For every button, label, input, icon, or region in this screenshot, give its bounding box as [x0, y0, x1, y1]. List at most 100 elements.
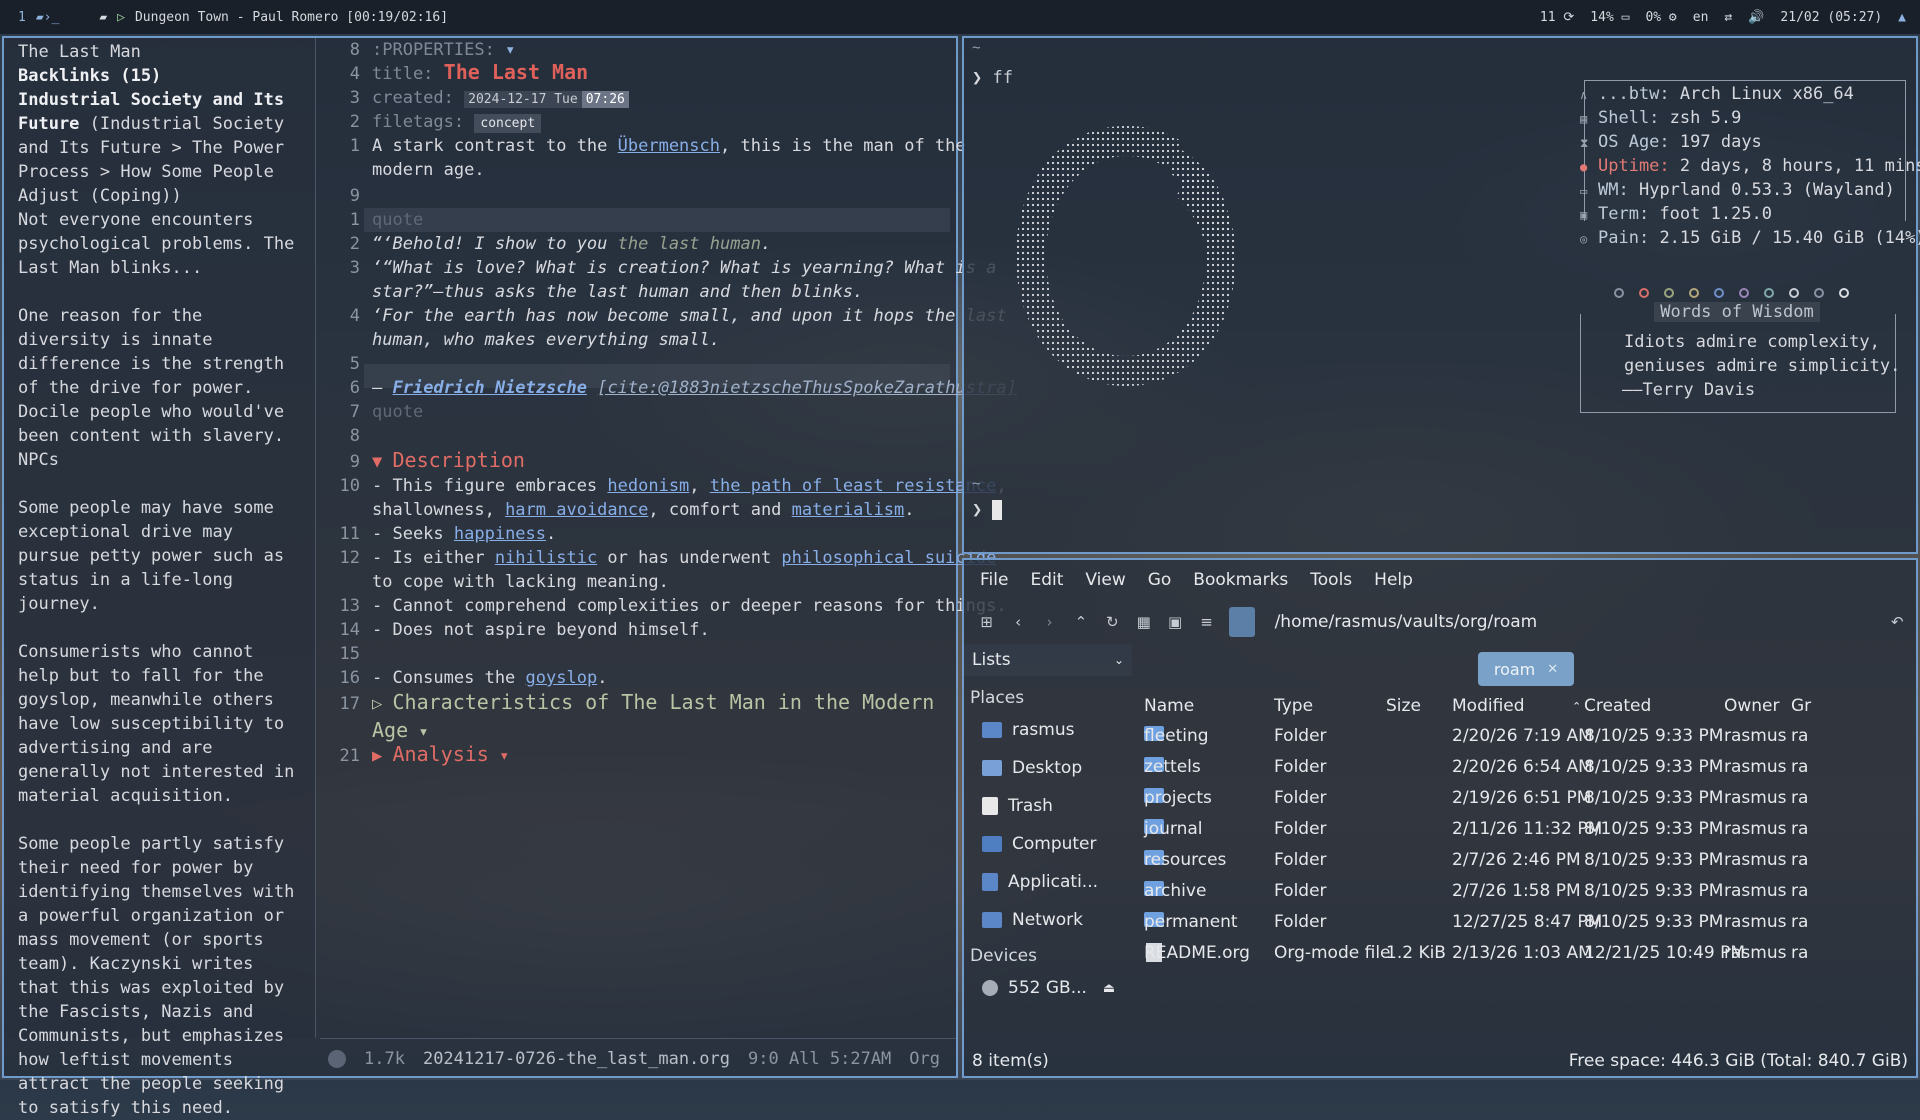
table-row[interactable]: resources Folder 2/7/26 2:46 PM 8/10/25 … [1140, 850, 1920, 880]
table-row[interactable]: zettels Folder 2/20/26 6:54 AM 8/10/25 9… [1140, 757, 1920, 787]
volume-icon[interactable]: 🔊 [1748, 10, 1764, 25]
close-icon[interactable]: ✕ [1547, 662, 1558, 677]
heading-characteristics[interactable]: Characteristics of The Last Man in the M… [393, 690, 935, 714]
place-network[interactable]: Network [982, 910, 1083, 930]
thumbnail-view-icon[interactable]: ▣ [1166, 611, 1183, 633]
link-hedonism[interactable]: hedonism [607, 476, 689, 496]
table-row[interactable]: projects Folder 2/19/26 6:51 PM 8/10/25 … [1140, 788, 1920, 818]
line-number: 1 [349, 210, 360, 230]
device-drive[interactable]: 552 GB... ⏏ [982, 978, 1115, 998]
path-home-icon[interactable] [1229, 607, 1255, 637]
quote-text: human, who makes everything small. [372, 330, 720, 350]
link-goyslop[interactable]: goyslop [526, 668, 598, 688]
prompt-input[interactable]: ❯ [972, 500, 1003, 520]
table-row[interactable]: journal Folder 2/11/26 11:32 PM 8/10/25 … [1140, 819, 1920, 849]
created-date[interactable]: 2024-12-17 Tue [464, 91, 582, 108]
new-tab-icon[interactable]: ⊞ [978, 611, 995, 633]
quote-text: star?”—thus asks the last human and then… [372, 282, 864, 302]
cpu-value: 0% [1645, 9, 1662, 25]
link-harm-avoidance[interactable]: harm avoidance [505, 500, 648, 520]
col-owner[interactable]: Owner [1724, 696, 1780, 716]
title-key: title: [372, 64, 434, 84]
link-nihilistic[interactable]: nihilistic [495, 548, 597, 568]
text: - Cannot comprehend complexities or deep… [372, 596, 1007, 616]
line-number: 9 [349, 186, 360, 206]
link-happiness[interactable]: happiness [454, 524, 546, 544]
workspace-indicator[interactable]: 1 [18, 10, 26, 25]
heading-characteristics-cont[interactable]: Age [372, 718, 408, 742]
palette-dot [1839, 288, 1849, 298]
side-pane-mode[interactable]: Lists ⌄ [964, 644, 1132, 676]
properties-drawer[interactable]: :PROPERTIES: ▾ [372, 38, 950, 62]
heading-description[interactable]: Description [393, 448, 525, 472]
file-manager-window[interactable]: File Edit View Go Bookmarks Tools Help ⊞… [962, 558, 1918, 1078]
menu-help[interactable]: Help [1374, 570, 1413, 590]
icon-view-icon[interactable]: ▦ [1135, 611, 1152, 633]
back-icon[interactable]: ‹ [1009, 611, 1026, 633]
clock[interactable]: 21/02 (05:27) [1780, 10, 1882, 25]
menu-tools[interactable]: Tools [1310, 570, 1352, 590]
play-icon[interactable]: ▷ [117, 10, 125, 25]
created-time[interactable]: 07:26 [581, 91, 629, 108]
path-bar[interactable]: /home/rasmus/vaults/org/roam [1269, 612, 1875, 632]
link-path-of-least-resistance[interactable]: the path of least resistance [710, 476, 997, 496]
fold-closed-icon[interactable]: ▷ [372, 694, 382, 714]
buffer-name: 20241217-0726-the_last_man.org [422, 1048, 730, 1069]
col-name[interactable]: Name [1144, 696, 1194, 716]
table-row[interactable]: permanent Folder 12/27/25 8:47 PM 8/10/2… [1140, 912, 1920, 942]
tab-roam[interactable]: roam ✕ [1478, 652, 1574, 686]
place-computer[interactable]: Computer [982, 834, 1097, 854]
backlinks-sidebar: The Last Man Backlinks (15) Industrial S… [4, 38, 316, 1118]
text: or has underwent [597, 548, 782, 568]
network-icon[interactable]: ⇄ [1724, 10, 1732, 25]
col-group[interactable]: Gr [1791, 696, 1811, 716]
emacs-window[interactable]: The Last Man Backlinks (15) Industrial S… [2, 36, 1017, 1118]
backlinks-header[interactable]: Backlinks (15) [18, 64, 301, 88]
place-trash[interactable]: Trash [982, 796, 1053, 816]
table-row[interactable]: archive Folder 2/7/26 1:58 PM 8/10/25 9:… [1140, 881, 1920, 911]
list-view-icon[interactable]: ≡ [1198, 611, 1215, 633]
ff-os: ∧ ...btw: Arch Linux x86_64 [1580, 84, 1854, 104]
menu-file[interactable]: File [980, 570, 1008, 590]
menu-edit[interactable]: Edit [1030, 570, 1063, 590]
palette-dot [1639, 288, 1649, 298]
menu-go[interactable]: Go [1148, 570, 1172, 590]
up-icon[interactable]: ⌃ [1072, 611, 1089, 633]
chat-icon[interactable]: ▰ [99, 10, 107, 25]
filetag-badge[interactable]: concept [474, 114, 542, 133]
link-nietzsche[interactable]: Friedrich Nietzsche [392, 378, 586, 398]
prompt-dir: ~ [972, 476, 981, 492]
col-size[interactable]: Size [1386, 696, 1421, 716]
link-materialism[interactable]: materialism [792, 500, 905, 520]
line-number: 2 [349, 234, 360, 254]
link-ubermensch[interactable]: Übermensch [618, 136, 720, 156]
places-label: Places [970, 688, 1025, 708]
col-modified[interactable]: Modified [1452, 696, 1525, 716]
media-title[interactable]: Dungeon Town - Paul Romero [00:19/02:16] [135, 10, 448, 25]
col-created[interactable]: Created [1584, 696, 1651, 716]
reload-icon[interactable]: ↻ [1104, 611, 1121, 633]
palette-dot [1764, 288, 1774, 298]
fold-open-icon[interactable]: ▼ [372, 452, 382, 472]
menu-view[interactable]: View [1085, 570, 1125, 590]
place-desktop[interactable]: Desktop [982, 758, 1082, 778]
language[interactable]: en [1693, 10, 1709, 25]
place-applications[interactable]: Applicati... [982, 872, 1098, 892]
place-home[interactable]: rasmus [982, 720, 1074, 740]
table-row[interactable]: fleeting Folder 2/20/26 7:19 AM 8/10/25 … [1140, 726, 1920, 756]
org-editor[interactable]: 8 :PROPERTIES: ▾ 4 title: The Last Man 3… [320, 38, 1017, 1038]
terminal-window[interactable]: ~ ❯ ff ∧ ...btw: Arch Linux x86_64 ▤ Shell… [962, 36, 1920, 554]
menu-bookmarks[interactable]: Bookmarks [1193, 570, 1288, 590]
major-mode[interactable]: Org [909, 1049, 940, 1069]
col-type[interactable]: Type [1274, 696, 1313, 716]
table-row[interactable]: README.org Org-mode file 1.2 KiB 2/13/26… [1140, 943, 1920, 973]
arch-icon[interactable]: ▲ [1898, 10, 1906, 25]
heading-analysis[interactable]: Analysis [393, 742, 489, 766]
fold-closed-icon[interactable]: ▶ [372, 746, 382, 766]
line-number: 21 [339, 746, 360, 766]
forward-icon[interactable]: › [1041, 611, 1058, 633]
citation-link[interactable]: [cite:@1883nietzscheThusSpokeZarathustra… [597, 378, 1017, 398]
palette-dot [1814, 288, 1824, 298]
history-icon[interactable]: ↶ [1889, 611, 1906, 633]
line-number: 12 [339, 548, 360, 568]
